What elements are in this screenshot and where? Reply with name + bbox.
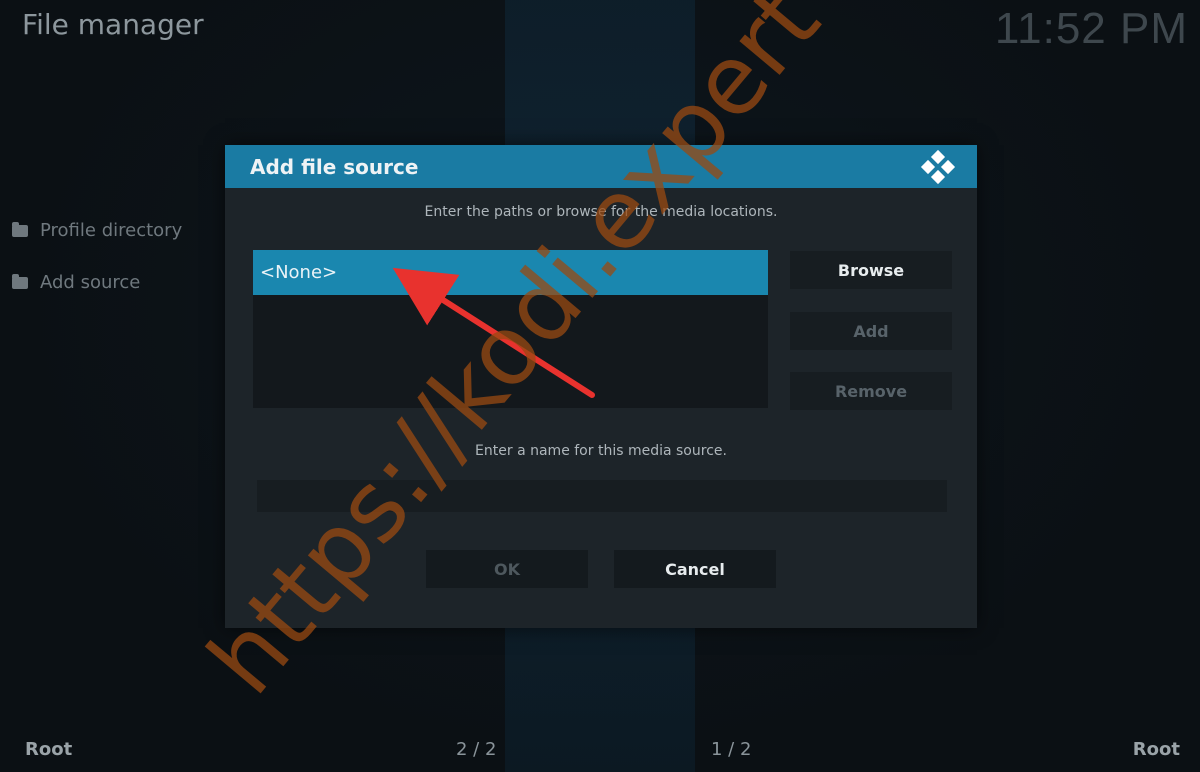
sidebar-item-label: Add source xyxy=(40,272,141,293)
folder-icon xyxy=(12,221,28,237)
name-hint: Enter a name for this media source. xyxy=(475,443,727,459)
footer-root-left: Root xyxy=(25,739,73,760)
ok-button[interactable]: OK xyxy=(426,550,588,588)
kodi-logo-icon xyxy=(920,149,956,184)
source-name-field[interactable] xyxy=(257,480,947,512)
add-button[interactable]: Add xyxy=(790,312,952,350)
paths-list[interactable]: <None> xyxy=(253,250,768,408)
paths-hint: Enter the paths or browse for the media … xyxy=(424,204,778,220)
sidebar-item-profile-directory[interactable]: Profile directory xyxy=(12,220,182,241)
dialog-header: Add file source xyxy=(225,145,977,188)
footer-page-right: 1 / 2 xyxy=(711,739,752,760)
dialog-title: Add file source xyxy=(250,154,419,179)
folder-icon xyxy=(12,273,28,289)
sidebar-item-label: Profile directory xyxy=(40,220,183,241)
cancel-button[interactable]: Cancel xyxy=(614,550,776,588)
sidebar-item-add-source[interactable]: Add source xyxy=(12,272,140,293)
browse-button[interactable]: Browse xyxy=(790,251,952,289)
page-title: File manager xyxy=(22,8,204,41)
footer-page-left: 2 / 2 xyxy=(456,739,497,760)
list-item[interactable]: <None> xyxy=(253,250,768,295)
remove-button[interactable]: Remove xyxy=(790,372,952,410)
add-file-source-dialog: Add file source Enter the paths or brows… xyxy=(225,145,977,628)
footer-root-right: Root xyxy=(1132,739,1180,760)
clock: 11:52 PM xyxy=(994,4,1188,53)
